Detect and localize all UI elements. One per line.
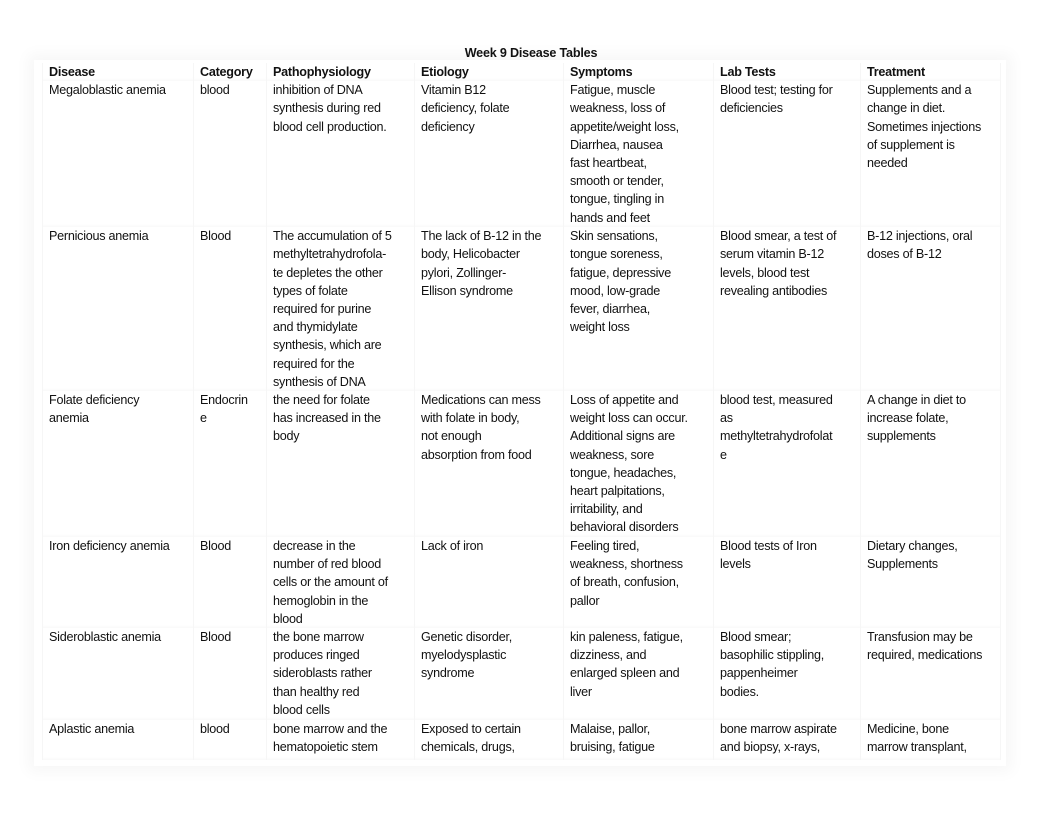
cell-pathophysiology: bone marrow and the hematopoietic stem [267, 720, 415, 760]
table-row: Iron deficiency anemia Blood decrease in… [43, 537, 1001, 628]
cell-symptoms: Feeling tired, weakness, shortness of br… [564, 537, 714, 628]
cell-pathophysiology: The accumulation of 5 methyltetrahydrofo… [267, 227, 415, 391]
cell-pathophysiology: decrease in the number of red blood cell… [267, 537, 415, 628]
cell-disease: Pernicious anemia [43, 227, 194, 391]
cell-etiology: The lack of B-12 in the body, Helicobact… [415, 227, 564, 391]
document-page: Week 9 Disease Tables Disease Category P… [0, 0, 1062, 822]
cell-disease: Megaloblastic anemia [43, 81, 194, 227]
table-row: Folate deficiency anemia Endocrin e the … [43, 391, 1001, 537]
cell-disease: Folate deficiency anemia [43, 391, 194, 537]
document-title: Week 9 Disease Tables [464, 46, 598, 60]
cell-treatment: Dietary changes, Supplements [861, 537, 1001, 628]
cell-disease: Aplastic anemia [43, 720, 194, 760]
cell-etiology: Lack of iron [415, 537, 564, 628]
cell-treatment: Medicine, bone marrow transplant, [861, 720, 1001, 760]
cell-category: Blood [194, 227, 267, 391]
table-row: Sideroblastic anemia Blood the bone marr… [43, 628, 1001, 720]
table-row: Pernicious anemia Blood The accumulation… [43, 227, 1001, 391]
header-category: Category [194, 63, 267, 81]
cell-treatment: B-12 injections, oral doses of B-12 [861, 227, 1001, 391]
cell-category: blood [194, 81, 267, 227]
header-symptoms: Symptoms [564, 63, 714, 81]
cell-lab-tests: Blood test; testing for deficiencies [714, 81, 861, 227]
cell-category: Endocrin e [194, 391, 267, 537]
cell-etiology: Vitamin B12 deficiency, folate deficienc… [415, 81, 564, 227]
table-row: Aplastic anemia blood bone marrow and th… [43, 720, 1001, 760]
cell-category: Blood [194, 628, 267, 720]
table-header-row: Disease Category Pathophysiology Etiolog… [43, 63, 1001, 81]
cell-pathophysiology: the bone marrow produces ringed siderobl… [267, 628, 415, 720]
cell-treatment: Supplements and a change in diet. Someti… [861, 81, 1001, 227]
cell-etiology: Medications can mess with folate in body… [415, 391, 564, 537]
header-lab-tests: Lab Tests [714, 63, 861, 81]
cell-lab-tests: blood test, measured as methyltetrahydro… [714, 391, 861, 537]
cell-treatment: A change in diet to increase folate, sup… [861, 391, 1001, 537]
header-etiology: Etiology [415, 63, 564, 81]
disease-table: Disease Category Pathophysiology Etiolog… [42, 63, 1001, 760]
cell-category: Blood [194, 537, 267, 628]
cell-lab-tests: bone marrow aspirate and biopsy, x-rays, [714, 720, 861, 760]
cell-symptoms: kin paleness, fatigue, dizziness, and en… [564, 628, 714, 720]
header-pathophysiology: Pathophysiology [267, 63, 415, 81]
cell-symptoms: Malaise, pallor, bruising, fatigue [564, 720, 714, 760]
cell-treatment: Transfusion may be required, medications [861, 628, 1001, 720]
header-disease: Disease [43, 63, 194, 81]
cell-symptoms: Skin sensations, tongue soreness, fatigu… [564, 227, 714, 391]
cell-etiology: Genetic disorder, myelodysplastic syndro… [415, 628, 564, 720]
cell-lab-tests: Blood tests of Iron levels [714, 537, 861, 628]
cell-lab-tests: Blood smear; basophilic stippling, pappe… [714, 628, 861, 720]
cell-category: blood [194, 720, 267, 760]
cell-disease: Sideroblastic anemia [43, 628, 194, 720]
cell-disease: Iron deficiency anemia [43, 537, 194, 628]
cell-symptoms: Loss of appetite and weight loss can occ… [564, 391, 714, 537]
cell-symptoms: Fatigue, muscle weakness, loss of appeti… [564, 81, 714, 227]
cell-lab-tests: Blood smear, a test of serum vitamin B-1… [714, 227, 861, 391]
cell-etiology: Exposed to certain chemicals, drugs, [415, 720, 564, 760]
table-row: Megaloblastic anemia blood inhibition of… [43, 81, 1001, 227]
cell-pathophysiology: inhibition of DNA synthesis during red b… [267, 81, 415, 227]
header-treatment: Treatment [861, 63, 1001, 81]
cell-pathophysiology: the need for folate has increased in the… [267, 391, 415, 537]
